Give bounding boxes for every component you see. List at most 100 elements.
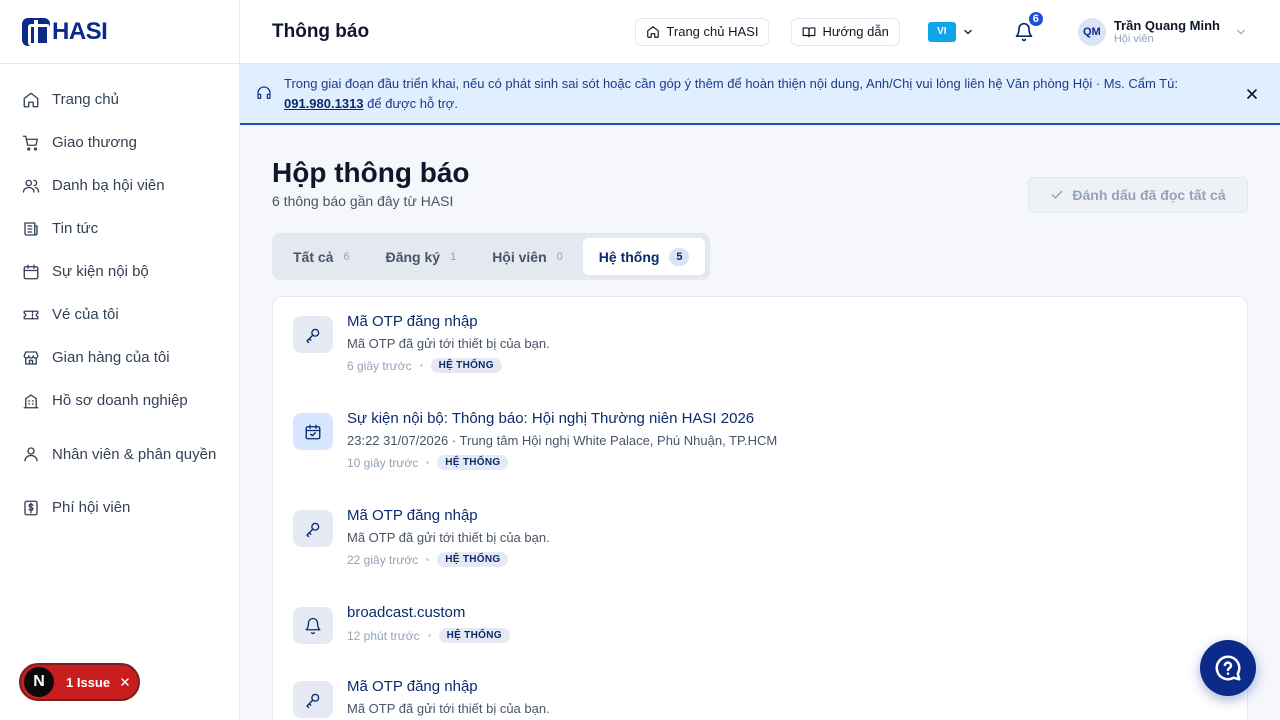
news-icon [24, 221, 38, 236]
notification-title: Mã OTP đăng nhập [347, 678, 478, 695]
sidebar-item-news[interactable]: Tin tức [0, 207, 239, 250]
notification-item[interactable]: Mã OTP đăng nhập Mã OTP đã gửi tới thiết… [273, 662, 1247, 720]
hasi-logo[interactable]: HASI [22, 17, 108, 46]
notification-meta: 12 phút trước HỆ THỐNG [347, 628, 1227, 643]
issues-badge[interactable]: N 1 Issue [19, 663, 140, 701]
book-icon [803, 26, 816, 37]
tab-all[interactable]: Tất cả 6 [277, 238, 366, 275]
sidebar-item-internal-events[interactable]: Sự kiện nội bộ [0, 250, 239, 293]
notification-desc: Mã OTP đã gửi tới thiết bị của bạn. [347, 530, 550, 545]
sidebar-item-label: Giao thương [52, 134, 137, 151]
tab-count: 5 [669, 247, 690, 266]
close-icon[interactable] [1244, 86, 1260, 102]
notification-title: broadcast.custom [347, 604, 466, 621]
tab-label: Tất cả [293, 248, 334, 265]
banner-phone-link[interactable]: 091.980.1313 [284, 96, 364, 111]
store-icon [23, 350, 39, 365]
mark-all-read-button[interactable]: Đánh dấu đã đọc tất cả [1028, 177, 1248, 213]
sidebar-item-business-profile[interactable]: Hồ sơ doanh nghiệp [0, 379, 239, 422]
notification-tag: HỆ THỐNG [438, 628, 510, 643]
notification-time: 12 phút trước [347, 628, 420, 643]
notification-time: 10 giây trước [347, 455, 419, 470]
notification-icon-box [293, 681, 333, 718]
support-banner: Trong giai đoạn đầu triển khai, nếu có p… [240, 64, 1280, 125]
logo-mark-icon [22, 17, 50, 46]
sidebar-item-staff-permissions[interactable]: Nhân viên & phân quyền [0, 422, 239, 486]
notification-icon-box [293, 607, 333, 644]
help-chat-icon [1215, 655, 1241, 681]
notification-title: Mã OTP đăng nhập [347, 313, 478, 330]
sidebar-item-label: Sự kiện nội bộ [52, 263, 149, 280]
guide-label: Hướng dẫn [822, 24, 889, 39]
hasi-home-button[interactable]: Trang chủ HASI [635, 17, 770, 46]
issues-label: 1 Issue [66, 674, 111, 690]
hasi-home-label: Trang chủ HASI [666, 24, 759, 39]
sidebar-item-my-tickets[interactable]: Vé của tôi [0, 293, 239, 336]
key-icon [306, 522, 320, 537]
user-info: Trần Quang Minh Hội viên [1114, 18, 1220, 46]
notification-time: 6 giây trước [347, 358, 412, 373]
logo-area: HASI [0, 0, 239, 64]
person-icon [24, 447, 38, 462]
tab-label: Hội viên [492, 248, 547, 265]
chevron-down-icon [964, 29, 972, 34]
notification-tag: HỆ THỐNG [437, 552, 509, 567]
calendar-icon [23, 264, 39, 279]
tab-registration[interactable]: Đăng ký 1 [370, 238, 473, 275]
notification-item[interactable]: Mã OTP đăng nhập Mã OTP đã gửi tới thiết… [273, 297, 1247, 394]
sidebar: HASI Trang chủ Giao thương Danh bạ hội v… [0, 0, 240, 720]
language-selector[interactable]: VI [927, 21, 974, 42]
language-badge: VI [927, 21, 956, 42]
sidebar-item-member-directory[interactable]: Danh bạ hội viên [0, 164, 239, 207]
tab-count: 0 [556, 250, 563, 263]
logo-text: HASI [52, 17, 108, 45]
user-menu[interactable]: QM Trần Quang Minh Hội viên [1077, 17, 1248, 46]
top-header: Thông báo Trang chủ HASI Hướng dẫn VI 6 … [240, 0, 1280, 64]
users-icon [22, 179, 40, 193]
cart-icon [22, 135, 39, 151]
next-logo-icon: N [24, 667, 54, 697]
tab-count: 6 [343, 250, 350, 263]
notification-title: Mã OTP đăng nhập [347, 507, 478, 524]
notification-tag: HỆ THỐNG [437, 455, 509, 470]
separator-dot [426, 558, 430, 561]
notification-item[interactable]: Mã OTP đăng nhập Mã OTP đã gửi tới thiết… [273, 491, 1247, 588]
guide-button[interactable]: Hướng dẫn [791, 17, 900, 46]
sidebar-item-label: Trang chủ [52, 91, 119, 108]
banner-suffix: để được hỗ trợ. [363, 96, 458, 111]
notification-count-badge: 6 [1026, 9, 1045, 28]
notification-meta: 10 giây trước HỆ THỐNG [347, 455, 1227, 470]
notification-desc: 23:22 31/07/2026 · Trung tâm Hội nghị Wh… [347, 433, 778, 448]
filter-tabs: Tất cả 6 Đăng ký 1 Hội viên 0 Hệ thống 5 [272, 233, 711, 280]
notification-bell[interactable]: 6 [1014, 9, 1045, 42]
sidebar-item-my-store[interactable]: Gian hàng của tôi [0, 336, 239, 379]
tab-members[interactable]: Hội viên 0 [476, 238, 579, 275]
separator-dot [419, 364, 423, 367]
notification-icon-box [293, 413, 333, 450]
chevron-down-icon [1236, 29, 1246, 34]
tab-label: Đăng ký [385, 248, 441, 265]
tab-system[interactable]: Hệ thống 5 [582, 238, 706, 275]
notification-item[interactable]: Sự kiện nội bộ: Thông báo: Hội nghị Thườ… [273, 394, 1247, 491]
notification-tag: HỆ THỐNG [430, 358, 502, 373]
tab-count: 1 [450, 250, 457, 263]
sidebar-item-label: Phí hội viên [52, 499, 131, 516]
sidebar-item-label: Gian hàng của tôi [52, 349, 170, 366]
sidebar-item-label: Vé của tôi [52, 306, 119, 323]
notification-title: Sự kiện nội bộ: Thông báo: Hội nghị Thườ… [347, 410, 755, 427]
help-chat-button[interactable] [1200, 640, 1256, 696]
close-icon[interactable] [119, 676, 131, 688]
sidebar-item-label: Hồ sơ doanh nghiệp [52, 392, 188, 409]
user-name: Trần Quang Minh [1113, 17, 1220, 33]
user-role: Hội viên [1113, 32, 1154, 45]
notification-item[interactable]: broadcast.custom 12 phút trước HỆ THỐNG [273, 588, 1247, 662]
sidebar-item-home[interactable]: Trang chủ [0, 78, 239, 121]
check-icon [1051, 190, 1063, 199]
home-icon [647, 25, 660, 38]
dollar-icon [24, 500, 38, 515]
bell-icon [305, 617, 321, 634]
page-title: Thông báo [272, 20, 370, 42]
sidebar-item-trade[interactable]: Giao thương [0, 121, 239, 164]
banner-text: Trong giai đoạn đầu triển khai, nếu có p… [284, 76, 1178, 91]
sidebar-item-membership-fee[interactable]: Phí hội viên [0, 486, 239, 529]
